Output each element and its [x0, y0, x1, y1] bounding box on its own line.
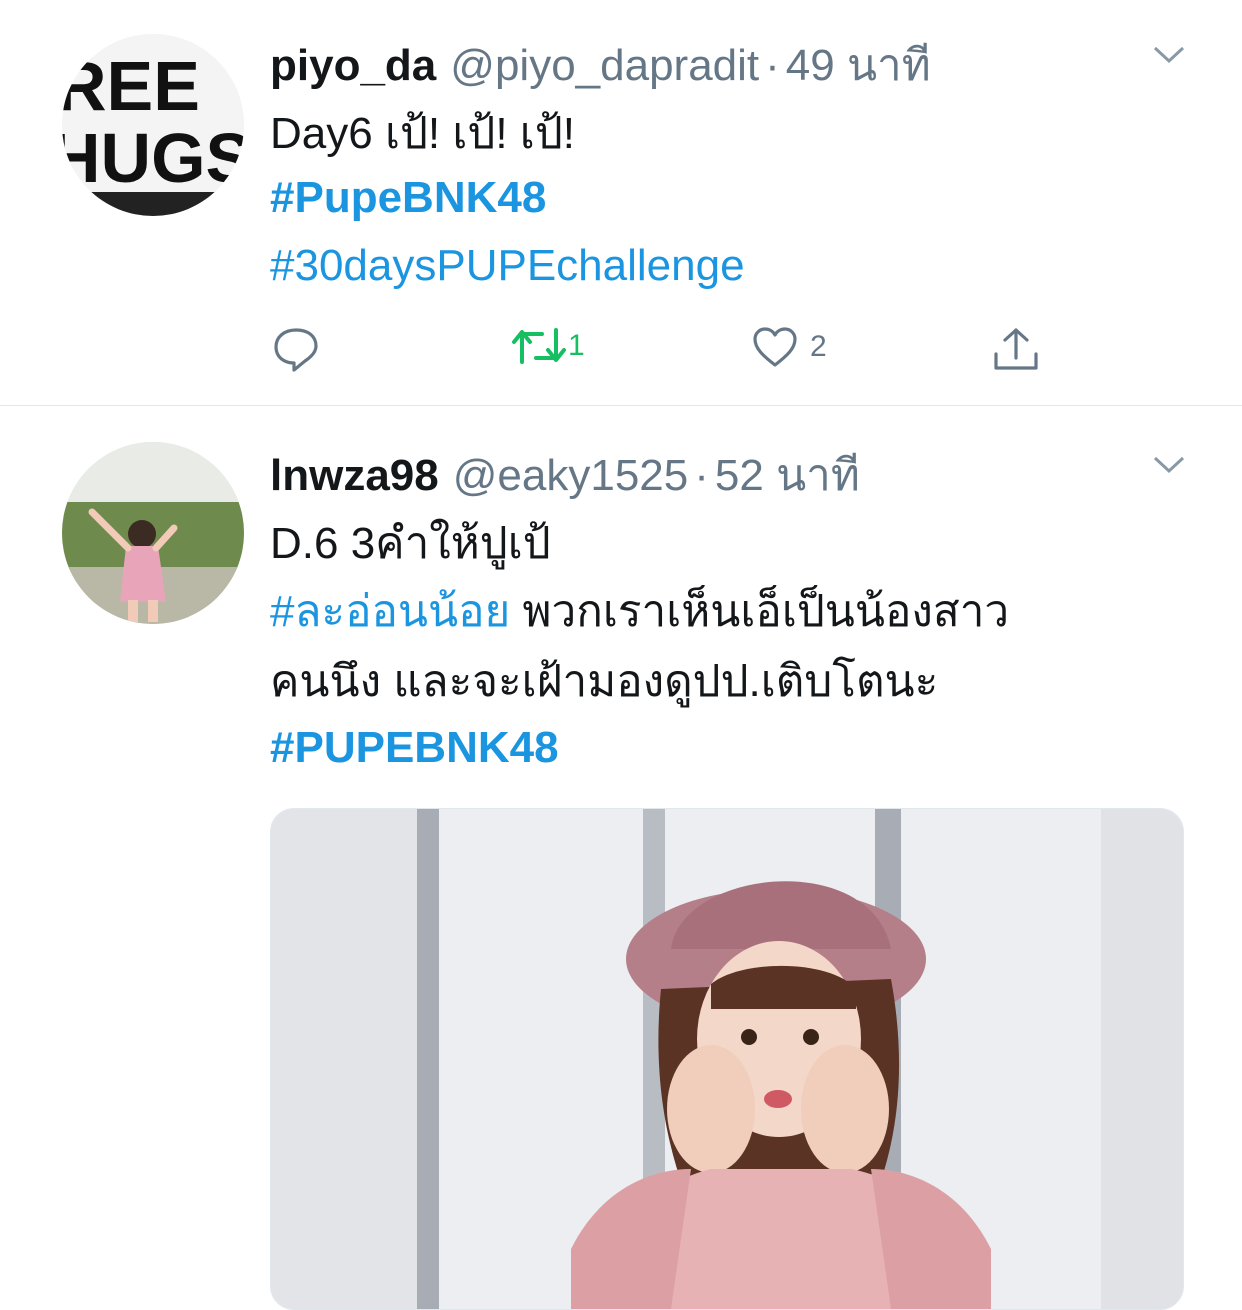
- retweet-count: 1: [568, 329, 585, 362]
- avatar-piyo-da[interactable]: REE HUGS: [62, 34, 244, 216]
- retweet-arrows-icon: [512, 328, 566, 364]
- display-name[interactable]: lnwza98: [270, 451, 439, 501]
- tweet-header: piyo_da @piyo_dapradit · 49 นาที: [270, 30, 931, 100]
- hashtag-link[interactable]: #ละอ่อนน้อย: [270, 587, 510, 636]
- share-upload-icon: [994, 328, 1038, 370]
- tweet-header: lnwza98 @eaky1525 · 52 นาที: [270, 440, 860, 510]
- hashtag-link[interactable]: #PUPEBNK48: [270, 718, 559, 778]
- like-button[interactable]: 2: [752, 326, 827, 368]
- tweet-text-line: คนนึง และจะเฝ้ามองดูปป.เติบโตนะ: [270, 657, 939, 706]
- tweet-text: พวกเราเห็นเอ็เป็นน้องสาว: [510, 587, 1010, 636]
- comment-bubble-icon: [274, 328, 318, 372]
- tweet-actions: 1 2: [0, 326, 1242, 378]
- tweet-text-line: #ละอ่อนน้อย พวกเราเห็นเอ็เป็นน้องสาว: [270, 582, 1009, 642]
- display-name[interactable]: piyo_da: [270, 41, 436, 91]
- tweet-timestamp[interactable]: 52 นาที: [715, 440, 860, 510]
- tweet-text-line: D.6 3คำให้ปูเป้: [270, 519, 551, 568]
- chevron-down-icon[interactable]: [1152, 454, 1186, 476]
- avatar-logo-text-bottom: HUGS: [62, 119, 244, 197]
- share-button[interactable]: [992, 326, 1040, 372]
- hashtag-link[interactable]: #30daysPUPEchallenge: [270, 236, 745, 296]
- hashtag-link[interactable]: #PupeBNK48: [270, 168, 546, 228]
- user-handle[interactable]: @eaky1525: [453, 451, 689, 501]
- separator-dot: ·: [694, 451, 709, 500]
- like-count: 2: [810, 330, 827, 363]
- chevron-down-icon[interactable]: [1152, 44, 1186, 66]
- separator-dot: ·: [765, 41, 780, 90]
- tweet-photo[interactable]: [270, 808, 1184, 1310]
- tweet-timestamp[interactable]: 49 นาที: [786, 30, 931, 100]
- user-handle[interactable]: @piyo_dapradit: [450, 41, 759, 91]
- reply-button[interactable]: [272, 326, 320, 372]
- avatar-lnwza98[interactable]: [62, 442, 244, 624]
- tweet-piyo-da[interactable]: REE HUGS piyo_da @piyo_dapradit · 49 นาท…: [0, 0, 1242, 405]
- heart-outline-icon: [753, 327, 797, 367]
- tweet-text: Day6 เป้! เป้! เป้!: [270, 109, 575, 158]
- retweet-button[interactable]: 1: [510, 326, 585, 366]
- tweet-lnwza98[interactable]: lnwza98 @eaky1525 · 52 นาที D.6 3คำให้ปู…: [0, 406, 1242, 1310]
- avatar-logo-text-top: REE: [62, 47, 200, 125]
